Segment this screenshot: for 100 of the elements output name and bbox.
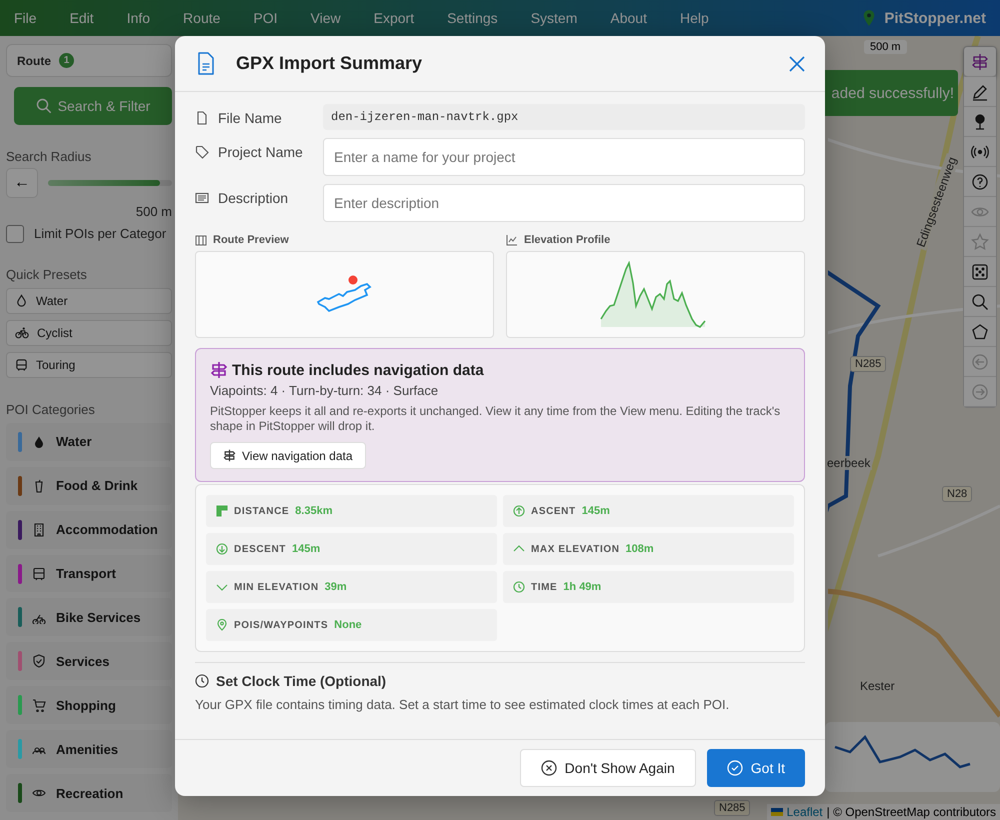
bicycle-icon: [15, 326, 29, 340]
pin-icon: [216, 619, 228, 631]
category-item[interactable]: Food & Drink: [6, 466, 172, 505]
field-label: File Name: [218, 110, 282, 126]
menu-item[interactable]: About: [610, 10, 647, 26]
back-button[interactable]: ←: [6, 168, 38, 198]
checkbox-label: Limit POIs per Categor: [34, 226, 166, 242]
menu-item[interactable]: POI: [253, 10, 278, 26]
stat-value: 8.35km: [295, 505, 332, 517]
preset-button[interactable]: Water: [6, 288, 172, 314]
check-circle-icon: [726, 760, 743, 776]
map-pin-icon: [862, 9, 876, 27]
category-item[interactable]: Shopping: [6, 686, 172, 724]
notice-title: This route includes navigation data: [232, 362, 484, 378]
stat-value: 1h 49m: [563, 581, 602, 593]
category-icon: [32, 434, 46, 449]
map-label: N285: [850, 356, 886, 372]
clock-icon: [195, 674, 209, 688]
map-label: N28: [942, 486, 972, 502]
stat-value: 39m: [324, 581, 347, 593]
brand-name: PitStopper.net: [884, 10, 986, 26]
back-icon: [971, 352, 989, 370]
category-item[interactable]: Services: [6, 642, 172, 680]
notice-summary: Viapoints: 4 · Turn-by-turn: 34 · Surface: [210, 383, 440, 398]
section-title: Quick Presets: [6, 266, 88, 282]
clock-icon: [513, 581, 525, 593]
notice-text: PitStopper keeps it all and re-exports it unchanged. View it any time from the View menu. Editing the track's shape in PitStopper will drop it.: [210, 404, 782, 434]
stat-label: MAX ELEVATION: [531, 544, 620, 554]
stat-label: TIME: [531, 582, 558, 592]
arrow-down-circle-icon: [216, 543, 228, 555]
stat-label: POIS/WAYPOINTS: [234, 620, 328, 630]
menu-item[interactable]: Info: [126, 10, 150, 26]
preset-button[interactable]: Cyclist: [6, 320, 172, 346]
category-icon: [32, 698, 46, 712]
menu-item[interactable]: Settings: [447, 10, 498, 26]
preview-title: Route Preview: [213, 234, 289, 246]
signpost-icon: [223, 449, 236, 462]
section-title: POI Categories: [6, 402, 96, 417]
category-item[interactable]: Accommodation: [6, 510, 172, 549]
close-icon: [789, 56, 805, 72]
flag-icon: [770, 808, 783, 816]
preview-title: Elevation Profile: [524, 234, 610, 246]
category-item[interactable]: Recreation: [6, 774, 172, 812]
drop-icon: [15, 294, 28, 308]
field-label: Description: [218, 190, 288, 206]
route-tab[interactable]: Route 1: [6, 44, 172, 77]
line-chart-icon: [506, 234, 518, 246]
star-icon: [971, 232, 989, 250]
category-item[interactable]: Amenities: [6, 730, 172, 768]
menu-item[interactable]: Export: [374, 10, 414, 26]
edit-icon: [971, 82, 989, 100]
cancel-circle-icon: [540, 760, 557, 776]
stat-value: None: [334, 619, 362, 631]
bus-icon: [15, 358, 28, 372]
signpost-icon: [971, 52, 989, 70]
map-icon: [195, 234, 207, 246]
leaflet-link[interactable]: Leaflet: [786, 805, 823, 819]
stat-value: 145m: [292, 543, 320, 555]
radius-reading: 500 m: [134, 204, 172, 219]
text-input[interactable]: Enter a name for your project: [323, 138, 805, 176]
map-tool-button[interactable]: [964, 47, 996, 77]
category-icon: [32, 654, 46, 668]
menu-item[interactable]: File: [14, 10, 37, 26]
map-label: eerbeek: [825, 456, 872, 470]
text-input[interactable]: Enter description: [323, 184, 805, 222]
count-badge: 1: [59, 53, 74, 68]
menu-item[interactable]: Route: [183, 10, 220, 26]
dont-show-again-button[interactable]: Don't Show Again: [520, 749, 696, 787]
menu-item[interactable]: Edit: [70, 10, 94, 26]
dice-icon: [971, 262, 989, 280]
category-item[interactable]: Bike Services: [6, 598, 172, 636]
file-name-value: den-ijzeren-man-navtrk.gpx: [323, 104, 805, 130]
checkbox[interactable]: [6, 224, 24, 243]
signpost-icon: [210, 361, 228, 379]
stat-label: DISTANCE: [234, 506, 290, 516]
help-icon: [971, 172, 989, 190]
document-icon: [196, 52, 216, 76]
menu-item[interactable]: System: [530, 10, 578, 26]
got-it-button[interactable]: Got It: [706, 749, 805, 787]
text-lines-icon: [195, 191, 209, 205]
search-icon: [971, 292, 989, 310]
map-scale: 500 m: [864, 40, 907, 54]
arrow-up-circle-icon: [513, 505, 525, 517]
category-item[interactable]: Transport: [6, 554, 172, 592]
clock-description: Your GPX file contains timing data. Set a start time to see estimated clock times at each POI.: [195, 697, 730, 712]
view-navigation-button[interactable]: View navigation data: [210, 442, 366, 469]
section-title: Search Radius: [6, 148, 92, 164]
category-item[interactable]: Water: [6, 422, 172, 461]
preset-button[interactable]: Touring: [6, 352, 172, 378]
search-icon: [36, 98, 52, 114]
file-icon: [195, 111, 209, 125]
menu-item[interactable]: Help: [680, 10, 709, 26]
stat-label: ASCENT: [531, 506, 576, 516]
menu-item[interactable]: View: [310, 10, 341, 26]
tag-icon: [195, 145, 209, 159]
map-label: Kester: [858, 679, 897, 693]
pentagon-icon: [971, 322, 989, 340]
dialog-title: GPX Import Summary: [236, 53, 422, 74]
category-icon: [32, 566, 46, 580]
attribution-text: | © OpenStreetMap contributors: [826, 805, 996, 819]
